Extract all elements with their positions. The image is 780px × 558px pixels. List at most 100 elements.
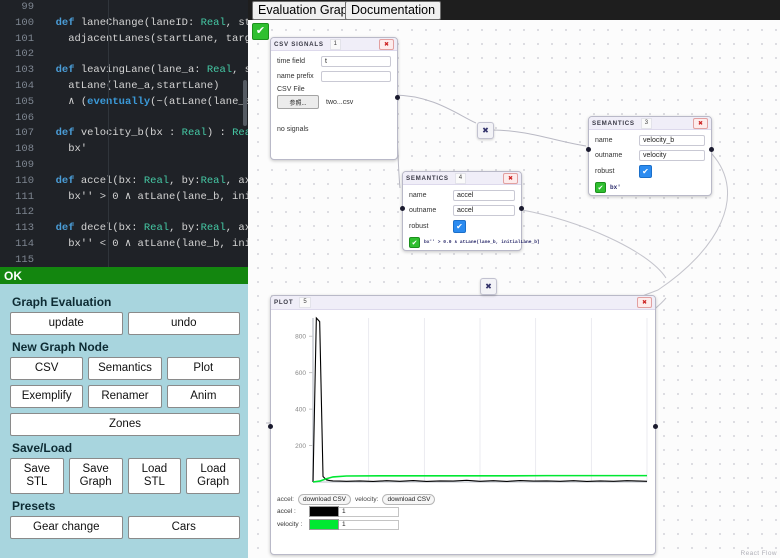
- panel-button-save-graph[interactable]: Save Graph: [69, 458, 123, 494]
- field-name-prefix: name prefix: [277, 71, 391, 82]
- robust-checkbox[interactable]: ✔: [639, 165, 652, 178]
- node-output-handle[interactable]: [653, 424, 658, 429]
- panel-button-semantics[interactable]: Semantics: [88, 357, 161, 380]
- panel-section-title: Graph Evaluation: [12, 295, 240, 309]
- close-icon[interactable]: ✖: [379, 39, 394, 50]
- node-body: name velocity_b outname velocity robust …: [589, 130, 711, 198]
- close-icon[interactable]: ✖: [693, 118, 708, 129]
- robust-checkbox[interactable]: ✔: [453, 220, 466, 233]
- series-value-velocity[interactable]: 1: [339, 520, 399, 530]
- node-output-handle[interactable]: [519, 206, 524, 211]
- close-icon[interactable]: ✖: [637, 297, 652, 308]
- close-icon[interactable]: ✖: [503, 173, 518, 184]
- panel-button-plot[interactable]: Plot: [167, 357, 240, 380]
- field-label: name: [595, 137, 639, 144]
- outname-input[interactable]: accel: [453, 205, 515, 216]
- node-semantics-accel[interactable]: SEMANTICS 4 ✖ name accel outname accel r…: [402, 171, 522, 251]
- code-lines: 99100 def laneChange(laneID: Real, start…: [0, 0, 248, 270]
- line-number: 100: [0, 16, 43, 32]
- node-plot[interactable]: PLOT 5 ✖ 200400600800 accel: download CS…: [270, 295, 656, 555]
- line-content: bx': [43, 142, 248, 158]
- panel-button-renamer[interactable]: Renamer: [88, 385, 161, 408]
- panel-button-save-stl[interactable]: Save STL: [10, 458, 64, 494]
- line-content: def decel(bx: Real, by:Real, ax: R: [43, 221, 248, 237]
- panel-button-csv[interactable]: CSV: [10, 357, 83, 380]
- download-csv-velocity-button[interactable]: download CSV: [382, 494, 435, 505]
- status-bar: OK: [0, 267, 248, 284]
- download-csv-accel-button[interactable]: download CSV: [298, 494, 351, 505]
- line-number: 112: [0, 205, 43, 221]
- edge-junction-lower[interactable]: ✖: [480, 278, 497, 295]
- line-number: 108: [0, 142, 43, 158]
- panel-button-gear-change[interactable]: Gear change: [10, 516, 123, 539]
- name-input[interactable]: accel: [453, 190, 515, 201]
- field-outname: outname accel: [409, 205, 515, 216]
- node-header: SEMANTICS 3 ✖: [589, 117, 711, 130]
- line-number: 113: [0, 221, 43, 237]
- time-field-input[interactable]: t: [321, 56, 391, 67]
- field-label: name: [409, 192, 453, 199]
- panel-section-title: Save/Load: [12, 441, 240, 455]
- panel-button-load-graph[interactable]: Load Graph: [186, 458, 240, 494]
- outname-input[interactable]: velocity: [639, 150, 705, 161]
- name-prefix-input[interactable]: [321, 71, 391, 82]
- panel-button-cars[interactable]: Cars: [128, 516, 241, 539]
- formula-text: bx': [610, 184, 621, 191]
- node-output-handle[interactable]: [395, 95, 400, 100]
- series-value-accel[interactable]: 1: [339, 507, 399, 517]
- legend-label-velocity: velocity:: [355, 496, 378, 503]
- code-line: 104 atLane(lane_a,startLane): [0, 79, 248, 95]
- node-input-handle[interactable]: [586, 147, 591, 152]
- panel-button-update[interactable]: update: [10, 312, 123, 335]
- node-body: time field t name prefix CSV File 参照... …: [271, 51, 397, 138]
- field-name: name accel: [409, 190, 515, 201]
- panel-button-undo[interactable]: undo: [128, 312, 241, 335]
- line-number: 104: [0, 79, 43, 95]
- code-line: 109: [0, 158, 248, 174]
- tab-bar: Evaluation Graph Documentation: [248, 0, 780, 20]
- no-signals-text: no signals: [277, 126, 391, 133]
- panel-button-exemplify[interactable]: Exemplify: [10, 385, 83, 408]
- line-number: 110: [0, 174, 43, 190]
- field-label: outname: [595, 152, 639, 159]
- line-content: def leavingLane(lane_a: Real, star: [43, 63, 248, 79]
- node-header: SEMANTICS 4 ✖: [403, 172, 521, 185]
- line-content: ∧ (eventually(~(atLane(lane_a,s: [43, 95, 248, 111]
- node-output-handle[interactable]: [709, 147, 714, 152]
- panel-button-zones[interactable]: Zones: [10, 413, 240, 436]
- field-time-field: time field t: [277, 56, 391, 67]
- node-semantics-velocity[interactable]: SEMANTICS 3 ✖ name velocity_b outname ve…: [588, 116, 712, 196]
- node-input-handle[interactable]: [268, 424, 273, 429]
- node-input-handle[interactable]: [400, 206, 405, 211]
- code-line: 102: [0, 47, 248, 63]
- panel-button-row: Save STLSave GraphLoad STLLoad Graph: [10, 458, 240, 494]
- line-number: 106: [0, 111, 43, 127]
- line-number: 111: [0, 190, 43, 206]
- node-csv-signals[interactable]: CSV SIGNALS 1 ✖ time field t name prefix…: [270, 37, 398, 160]
- color-swatch-accel[interactable]: [309, 506, 339, 517]
- panel-button-row: CSVSemantics Plot: [10, 357, 240, 380]
- line-content: [43, 111, 248, 127]
- csv-file-name: two...csv: [326, 99, 353, 106]
- line-content: [43, 0, 248, 16]
- color-swatch-velocity[interactable]: [309, 519, 339, 530]
- editor-scrollbar[interactable]: [243, 80, 247, 126]
- code-line: 101 adjacentLanes(startLane, targetL: [0, 32, 248, 48]
- code-editor[interactable]: 99100 def laneChange(laneID: Real, start…: [0, 0, 248, 270]
- name-input[interactable]: velocity_b: [639, 135, 705, 146]
- code-line: 111 bx'' > 0 ∧ atLane(lane_b, init: [0, 190, 248, 206]
- graph-canvas[interactable]: ✔ CSV SIGNALS 1 ✖ time field t name pref…: [248, 20, 780, 558]
- line-number: 101: [0, 32, 43, 48]
- plot-chart: 200400600800: [271, 310, 655, 492]
- node-header: CSV SIGNALS 1 ✖: [271, 38, 397, 51]
- tab-documentation[interactable]: Documentation: [345, 1, 441, 20]
- plot-legend: accel: download CSV velocity: download C…: [271, 492, 655, 505]
- code-line: 110 def accel(bx: Real, by:Real, ax:Re: [0, 174, 248, 190]
- line-content: def laneChange(laneID: Real, start: [43, 16, 248, 32]
- tab-label: Evaluation Graph: [258, 2, 355, 19]
- panel-button-load-stl[interactable]: Load STL: [128, 458, 182, 494]
- panel-button-anim[interactable]: Anim: [167, 385, 240, 408]
- browse-file-button[interactable]: 参照...: [277, 95, 319, 109]
- edge-junction-upper[interactable]: ✖: [477, 122, 494, 139]
- node-title: SEMANTICS: [406, 175, 449, 182]
